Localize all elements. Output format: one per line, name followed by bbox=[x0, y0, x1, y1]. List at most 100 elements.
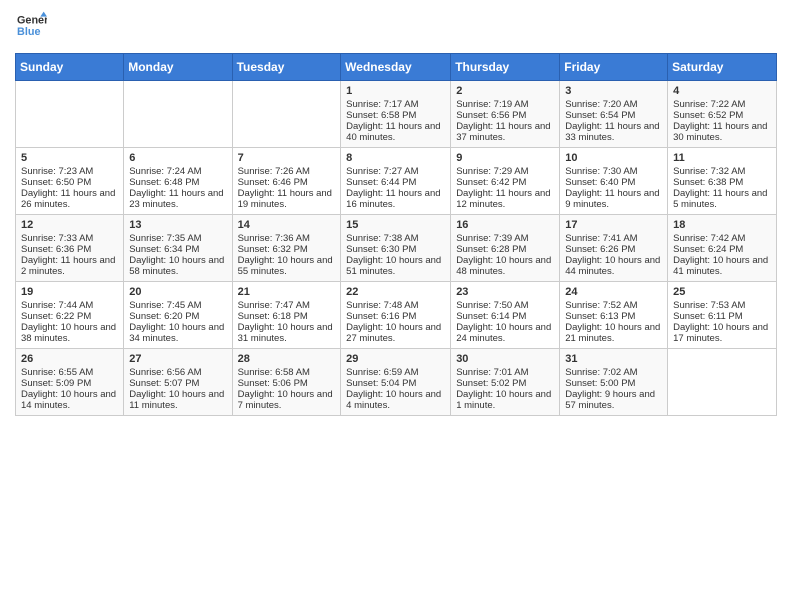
calendar-cell: 15Sunrise: 7:38 AMSunset: 6:30 PMDayligh… bbox=[341, 215, 451, 282]
cell-text: Daylight: 10 hours and 44 minutes. bbox=[565, 255, 660, 277]
cell-text: Daylight: 10 hours and 11 minutes. bbox=[129, 389, 224, 411]
calendar-row-5: 26Sunrise: 6:55 AMSunset: 5:09 PMDayligh… bbox=[16, 349, 777, 416]
logo-icon: General Blue bbox=[17, 10, 47, 40]
calendar-cell: 31Sunrise: 7:02 AMSunset: 5:00 PMDayligh… bbox=[560, 349, 668, 416]
cell-text: Sunrise: 7:32 AM bbox=[673, 166, 745, 177]
calendar-cell bbox=[232, 81, 341, 148]
cell-text: Daylight: 11 hours and 16 minutes. bbox=[346, 188, 440, 210]
day-number: 28 bbox=[238, 353, 336, 365]
day-number: 9 bbox=[456, 152, 554, 164]
cell-text: Sunset: 6:56 PM bbox=[456, 110, 526, 121]
calendar-cell: 1Sunrise: 7:17 AMSunset: 6:58 PMDaylight… bbox=[341, 81, 451, 148]
calendar-cell: 16Sunrise: 7:39 AMSunset: 6:28 PMDayligh… bbox=[451, 215, 560, 282]
day-number: 22 bbox=[346, 286, 445, 298]
calendar-cell: 2Sunrise: 7:19 AMSunset: 6:56 PMDaylight… bbox=[451, 81, 560, 148]
cell-text: Daylight: 10 hours and 14 minutes. bbox=[21, 389, 116, 411]
cell-text: Sunset: 6:16 PM bbox=[346, 311, 416, 322]
calendar-cell: 7Sunrise: 7:26 AMSunset: 6:46 PMDaylight… bbox=[232, 148, 341, 215]
cell-text: Sunset: 6:50 PM bbox=[21, 177, 91, 188]
page: General Blue SundayMondayTuesdayWednesda… bbox=[0, 0, 792, 426]
cell-text: Sunset: 6:22 PM bbox=[21, 311, 91, 322]
cell-text: Sunset: 6:44 PM bbox=[346, 177, 416, 188]
cell-text: Sunrise: 7:26 AM bbox=[238, 166, 310, 177]
weekday-header-row: SundayMondayTuesdayWednesdayThursdayFrid… bbox=[16, 54, 777, 81]
cell-text: Sunrise: 6:58 AM bbox=[238, 367, 310, 378]
cell-text: Sunrise: 7:35 AM bbox=[129, 233, 201, 244]
cell-text: Daylight: 10 hours and 38 minutes. bbox=[21, 322, 116, 344]
header: General Blue bbox=[15, 10, 777, 45]
calendar-cell: 19Sunrise: 7:44 AMSunset: 6:22 PMDayligh… bbox=[16, 282, 124, 349]
cell-text: Daylight: 11 hours and 12 minutes. bbox=[456, 188, 550, 210]
cell-text: Sunrise: 7:45 AM bbox=[129, 300, 201, 311]
cell-text: Daylight: 11 hours and 2 minutes. bbox=[21, 255, 115, 277]
calendar-cell: 3Sunrise: 7:20 AMSunset: 6:54 PMDaylight… bbox=[560, 81, 668, 148]
weekday-header-sunday: Sunday bbox=[16, 54, 124, 81]
cell-text: Daylight: 10 hours and 24 minutes. bbox=[456, 322, 551, 344]
cell-text: Sunrise: 7:23 AM bbox=[21, 166, 93, 177]
calendar-cell: 22Sunrise: 7:48 AMSunset: 6:16 PMDayligh… bbox=[341, 282, 451, 349]
cell-text: Sunrise: 7:48 AM bbox=[346, 300, 418, 311]
cell-text: Daylight: 11 hours and 23 minutes. bbox=[129, 188, 223, 210]
cell-text: Sunrise: 7:20 AM bbox=[565, 99, 637, 110]
calendar-cell: 27Sunrise: 6:56 AMSunset: 5:07 PMDayligh… bbox=[124, 349, 232, 416]
cell-text: Sunset: 6:48 PM bbox=[129, 177, 199, 188]
calendar-cell: 5Sunrise: 7:23 AMSunset: 6:50 PMDaylight… bbox=[16, 148, 124, 215]
cell-text: Sunrise: 7:27 AM bbox=[346, 166, 418, 177]
cell-text: Daylight: 11 hours and 9 minutes. bbox=[565, 188, 659, 210]
day-number: 30 bbox=[456, 353, 554, 365]
cell-text: Sunrise: 7:24 AM bbox=[129, 166, 201, 177]
calendar-cell: 23Sunrise: 7:50 AMSunset: 6:14 PMDayligh… bbox=[451, 282, 560, 349]
day-number: 3 bbox=[565, 85, 662, 97]
cell-text: Sunset: 6:20 PM bbox=[129, 311, 199, 322]
cell-text: Daylight: 9 hours and 57 minutes. bbox=[565, 389, 655, 411]
day-number: 4 bbox=[673, 85, 771, 97]
cell-text: Daylight: 10 hours and 1 minute. bbox=[456, 389, 551, 411]
cell-text: Sunset: 6:26 PM bbox=[565, 244, 635, 255]
day-number: 20 bbox=[129, 286, 226, 298]
cell-text: Sunrise: 7:39 AM bbox=[456, 233, 528, 244]
cell-text: Daylight: 10 hours and 31 minutes. bbox=[238, 322, 333, 344]
weekday-header-thursday: Thursday bbox=[451, 54, 560, 81]
cell-text: Daylight: 10 hours and 17 minutes. bbox=[673, 322, 768, 344]
cell-text: Sunrise: 7:33 AM bbox=[21, 233, 93, 244]
calendar-row-3: 12Sunrise: 7:33 AMSunset: 6:36 PMDayligh… bbox=[16, 215, 777, 282]
cell-text: Daylight: 10 hours and 58 minutes. bbox=[129, 255, 224, 277]
cell-text: Sunrise: 6:55 AM bbox=[21, 367, 93, 378]
cell-text: Sunset: 5:07 PM bbox=[129, 378, 199, 389]
cell-text: Daylight: 10 hours and 41 minutes. bbox=[673, 255, 768, 277]
day-number: 8 bbox=[346, 152, 445, 164]
cell-text: Sunrise: 7:44 AM bbox=[21, 300, 93, 311]
day-number: 27 bbox=[129, 353, 226, 365]
cell-text: Sunset: 5:06 PM bbox=[238, 378, 308, 389]
cell-text: Daylight: 11 hours and 26 minutes. bbox=[21, 188, 115, 210]
calendar-cell: 13Sunrise: 7:35 AMSunset: 6:34 PMDayligh… bbox=[124, 215, 232, 282]
cell-text: Sunset: 6:38 PM bbox=[673, 177, 743, 188]
calendar-cell: 14Sunrise: 7:36 AMSunset: 6:32 PMDayligh… bbox=[232, 215, 341, 282]
day-number: 26 bbox=[21, 353, 118, 365]
cell-text: Sunrise: 7:02 AM bbox=[565, 367, 637, 378]
calendar-cell: 17Sunrise: 7:41 AMSunset: 6:26 PMDayligh… bbox=[560, 215, 668, 282]
day-number: 21 bbox=[238, 286, 336, 298]
calendar-cell bbox=[668, 349, 777, 416]
cell-text: Sunset: 5:02 PM bbox=[456, 378, 526, 389]
cell-text: Sunset: 5:00 PM bbox=[565, 378, 635, 389]
day-number: 24 bbox=[565, 286, 662, 298]
cell-text: Sunset: 6:32 PM bbox=[238, 244, 308, 255]
cell-text: Sunset: 6:58 PM bbox=[346, 110, 416, 121]
calendar-cell: 30Sunrise: 7:01 AMSunset: 5:02 PMDayligh… bbox=[451, 349, 560, 416]
cell-text: Sunrise: 7:53 AM bbox=[673, 300, 745, 311]
day-number: 6 bbox=[129, 152, 226, 164]
cell-text: Sunrise: 7:22 AM bbox=[673, 99, 745, 110]
day-number: 23 bbox=[456, 286, 554, 298]
calendar-cell: 12Sunrise: 7:33 AMSunset: 6:36 PMDayligh… bbox=[16, 215, 124, 282]
cell-text: Sunset: 6:24 PM bbox=[673, 244, 743, 255]
day-number: 18 bbox=[673, 219, 771, 231]
cell-text: Daylight: 10 hours and 48 minutes. bbox=[456, 255, 551, 277]
cell-text: Sunset: 6:34 PM bbox=[129, 244, 199, 255]
day-number: 7 bbox=[238, 152, 336, 164]
weekday-header-monday: Monday bbox=[124, 54, 232, 81]
calendar-cell: 9Sunrise: 7:29 AMSunset: 6:42 PMDaylight… bbox=[451, 148, 560, 215]
weekday-header-saturday: Saturday bbox=[668, 54, 777, 81]
cell-text: Sunset: 6:36 PM bbox=[21, 244, 91, 255]
calendar-cell: 6 Sunrise: 7:24 AMSunset: 6:48 PMDaylight… bbox=[124, 148, 232, 215]
